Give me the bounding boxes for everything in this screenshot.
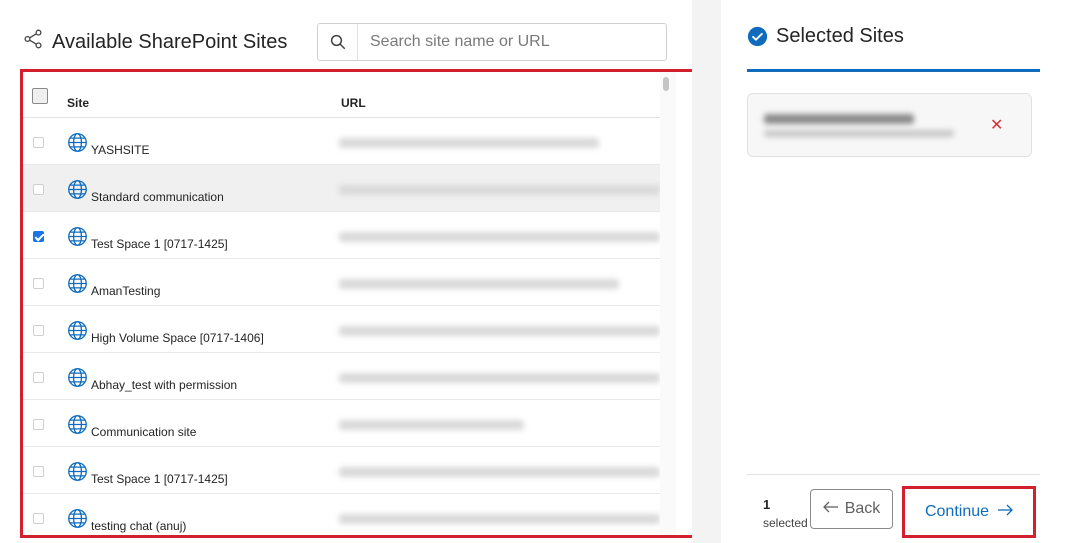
selected-count-label: selected: [763, 516, 808, 530]
row-checkbox[interactable]: [33, 372, 44, 383]
table-header: Site URL: [23, 72, 660, 118]
table-row[interactable]: Communication site: [23, 400, 660, 447]
row-checkbox[interactable]: [33, 513, 44, 524]
site-url-redacted: [339, 420, 524, 430]
selected-sites-title: Selected Sites: [776, 25, 904, 47]
sites-table: Site URL YASHSITE Standard communication…: [20, 69, 696, 538]
globe-icon: [68, 180, 87, 199]
panel-gap: [692, 0, 721, 543]
arrow-right-icon: [997, 503, 1013, 521]
select-all-checkbox[interactable]: [32, 88, 48, 104]
selected-site-url-redacted: [764, 130, 954, 137]
site-url-redacted: [339, 326, 660, 336]
continue-button-label: Continue: [924, 503, 990, 520]
remove-site-icon[interactable]: ✕: [990, 115, 1003, 135]
row-checkbox[interactable]: [33, 278, 44, 289]
table-row[interactable]: testing chat (anuj): [23, 494, 660, 535]
site-name: Test Space 1 [0717-1425]: [91, 472, 228, 486]
check-circle-icon: [747, 26, 768, 47]
site-url-redacted: [339, 138, 599, 148]
sites-table-body: YASHSITE Standard communication Test Spa…: [23, 118, 660, 535]
table-row[interactable]: YASHSITE: [23, 118, 660, 165]
globe-icon: [68, 321, 87, 340]
globe-icon: [68, 274, 87, 293]
table-row[interactable]: AmanTesting: [23, 259, 660, 306]
site-name: Communication site: [91, 425, 197, 439]
continue-highlight: Continue: [902, 486, 1036, 538]
site-url-redacted: [339, 373, 660, 383]
site-name: Abhay_test with permission: [91, 378, 238, 392]
site-url-redacted: [339, 514, 660, 524]
available-sites-header: Available SharePoint Sites: [22, 28, 287, 56]
row-checkbox[interactable]: [33, 466, 44, 477]
site-url-redacted: [339, 467, 660, 477]
table-row[interactable]: Test Space 1 [0717-1425]: [23, 212, 660, 259]
globe-icon: [68, 227, 87, 246]
row-checkbox[interactable]: [33, 184, 44, 195]
site-name: AmanTesting: [91, 284, 161, 298]
continue-button[interactable]: Continue: [908, 492, 1030, 532]
selected-sites-underline: [747, 69, 1040, 72]
globe-icon: [68, 133, 87, 152]
arrow-left-icon: [822, 500, 839, 518]
row-checkbox[interactable]: [33, 325, 44, 336]
table-row[interactable]: Standard communication: [23, 165, 660, 212]
globe-icon: [68, 462, 87, 481]
selected-sites-header: Selected Sites: [747, 25, 904, 48]
selected-count: 1: [763, 497, 771, 512]
available-sites-panel: Available SharePoint Sites Site URL YASH…: [0, 0, 696, 543]
site-url-redacted: [339, 279, 619, 289]
table-row[interactable]: Test Space 1 [0717-1425]: [23, 447, 660, 494]
site-name: Test Space 1 [0717-1425]: [91, 237, 228, 251]
table-row[interactable]: High Volume Space [0717-1406]: [23, 306, 660, 353]
share-icon: [22, 28, 44, 56]
table-scrollbar[interactable]: [660, 72, 676, 535]
site-name: YASHSITE: [91, 143, 150, 157]
row-checkbox[interactable]: [33, 137, 44, 148]
globe-icon: [68, 509, 87, 528]
search-box[interactable]: [317, 23, 667, 61]
site-url-redacted: [339, 185, 660, 195]
column-header-site[interactable]: Site: [67, 96, 89, 110]
globe-icon: [68, 368, 87, 387]
site-name: High Volume Space [0717-1406]: [91, 331, 264, 345]
selected-site-card: ✕: [747, 93, 1032, 157]
globe-icon: [68, 415, 87, 434]
column-header-url[interactable]: URL: [341, 96, 366, 110]
table-row[interactable]: Abhay_test with permission: [23, 353, 660, 400]
scrollbar-thumb[interactable]: [663, 77, 669, 91]
search-input[interactable]: [358, 33, 658, 51]
selected-site-name-redacted: [764, 114, 914, 124]
site-name: testing chat (anuj): [91, 519, 187, 533]
row-checkbox[interactable]: [33, 419, 44, 430]
selected-sites-panel: Selected Sites ✕ 1 selected Back Continu…: [721, 0, 1065, 543]
back-button[interactable]: Back: [810, 489, 893, 529]
site-url-redacted: [339, 232, 660, 242]
row-checkbox[interactable]: [33, 231, 44, 242]
back-button-label: Back: [844, 500, 881, 517]
panel-title: Available SharePoint Sites: [52, 30, 288, 53]
site-name: Standard communication: [91, 190, 224, 204]
footer-bar: 1 selected Back Continue: [747, 474, 1040, 543]
search-icon[interactable]: [318, 24, 358, 60]
